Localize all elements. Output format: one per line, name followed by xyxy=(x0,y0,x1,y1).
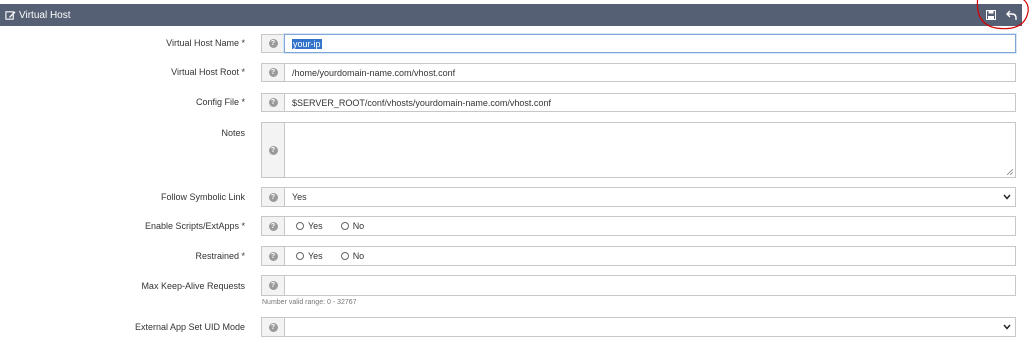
vhost-name-value: your-ip xyxy=(292,38,322,49)
follow-symlink-value: Yes xyxy=(292,192,307,202)
help-icon[interactable]: ? xyxy=(261,93,284,112)
notes-textarea[interactable] xyxy=(284,122,1016,178)
row-enable-scripts: Enable Scripts/ExtApps * ? Yes No xyxy=(0,216,1035,236)
restrained-label: Restrained * xyxy=(195,251,245,261)
undo-icon[interactable] xyxy=(1004,8,1018,22)
enable-scripts-yes-radio[interactable]: Yes xyxy=(296,221,323,231)
vhost-name-input[interactable]: your-ip xyxy=(284,34,1016,53)
help-icon[interactable]: ? xyxy=(261,275,284,296)
edit-icon xyxy=(4,9,16,21)
row-vhost-name: Virtual Host Name * ? your-ip xyxy=(0,34,1035,53)
radio-label-yes: Yes xyxy=(308,251,323,261)
vhost-root-label: Virtual Host Root * xyxy=(171,67,245,77)
ext-app-uid-label: External App Set UID Mode xyxy=(134,322,245,332)
restrained-radio-group: Yes No xyxy=(284,246,1016,266)
help-icon[interactable]: ? xyxy=(261,122,284,178)
row-vhost-root: Virtual Host Root * ? /home/yourdomain-n… xyxy=(0,63,1035,82)
notes-label: Notes xyxy=(221,128,245,138)
row-restrained: Restrained * ? Yes No xyxy=(0,246,1035,266)
enable-scripts-label: Enable Scripts/ExtApps * xyxy=(144,221,245,231)
radio-label-no: No xyxy=(352,251,365,261)
help-icon[interactable]: ? xyxy=(261,187,284,207)
vhost-root-value: /home/yourdomain-name.com/vhost.conf xyxy=(292,67,456,78)
ext-app-uid-select[interactable] xyxy=(284,317,1016,337)
row-ext-app-uid: External App Set UID Mode ? xyxy=(0,317,1035,337)
chevron-down-icon xyxy=(1003,324,1011,330)
save-icon[interactable] xyxy=(984,8,998,22)
row-config-file: Config File * ? $SERVER_ROOT/conf/vhosts… xyxy=(0,93,1035,112)
help-icon[interactable]: ? xyxy=(261,246,284,266)
chevron-down-icon xyxy=(1003,194,1011,200)
vhost-root-input[interactable]: /home/yourdomain-name.com/vhost.conf xyxy=(284,63,1016,82)
help-icon[interactable]: ? xyxy=(261,63,284,82)
panel-title: Virtual Host xyxy=(19,9,71,21)
enable-scripts-radio-group: Yes No xyxy=(284,216,1016,236)
follow-symlink-select[interactable]: Yes xyxy=(284,187,1016,207)
max-keepalive-label: Max Keep-Alive Requests xyxy=(141,281,245,291)
config-file-label: Config File * xyxy=(195,97,245,107)
restrained-yes-radio[interactable]: Yes xyxy=(296,251,323,261)
row-follow-symlink: Follow Symbolic Link ? Yes xyxy=(0,187,1035,207)
max-keepalive-hint: Number valid range: 0 - 32767 xyxy=(262,299,357,306)
radio-label-yes: Yes xyxy=(308,221,323,231)
help-icon[interactable]: ? xyxy=(261,216,284,236)
max-keepalive-input[interactable] xyxy=(284,275,1016,296)
row-notes: Notes ? xyxy=(0,122,1035,178)
help-icon[interactable]: ? xyxy=(261,34,284,53)
follow-symlink-label: Follow Symbolic Link xyxy=(160,192,245,202)
panel-header: Virtual Host xyxy=(0,4,1022,26)
help-icon[interactable]: ? xyxy=(261,317,284,337)
config-file-value: $SERVER_ROOT/conf/vhosts/yourdomain-name… xyxy=(292,97,551,108)
resize-handle-icon[interactable] xyxy=(1007,169,1013,175)
row-max-keepalive: Max Keep-Alive Requests ? Number valid r… xyxy=(0,275,1035,309)
enable-scripts-no-radio[interactable]: No xyxy=(340,221,365,231)
vhost-name-label: Virtual Host Name * xyxy=(166,38,245,48)
config-file-input[interactable]: $SERVER_ROOT/conf/vhosts/yourdomain-name… xyxy=(284,93,1016,112)
radio-label-no: No xyxy=(352,221,365,231)
restrained-no-radio[interactable]: No xyxy=(340,251,365,261)
